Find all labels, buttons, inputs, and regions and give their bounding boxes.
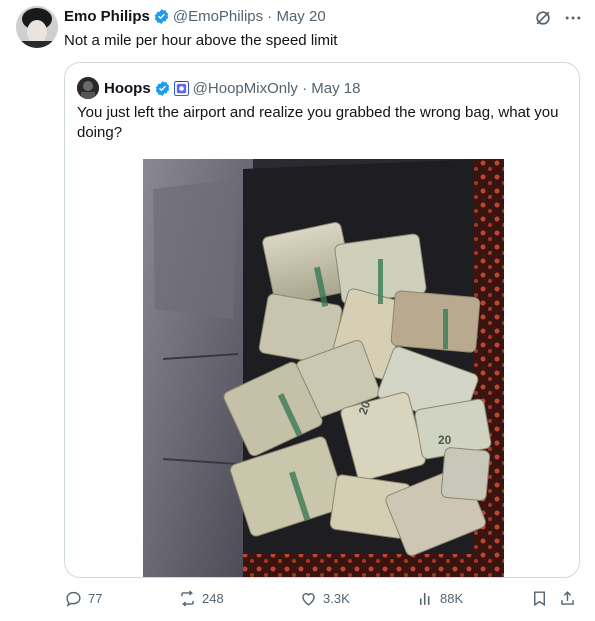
quote-media-image[interactable]: 20 20	[143, 159, 504, 578]
repost-button[interactable]: 248	[178, 589, 224, 608]
affiliate-badge-icon[interactable]	[173, 80, 189, 96]
share-icon	[561, 591, 574, 605]
quote-author-name[interactable]: Hoops	[104, 80, 151, 97]
tweet-action-bar: 77 248 3.3K 88K	[64, 585, 584, 615]
view-count: 88K	[440, 591, 464, 606]
reply-count: 77	[88, 591, 103, 606]
grok-icon[interactable]	[533, 8, 553, 28]
views-icon	[419, 592, 430, 605]
bill-denomination-label: 20	[438, 433, 452, 447]
author-name[interactable]: Emo Philips	[64, 8, 150, 25]
verified-icon	[155, 80, 169, 96]
like-button[interactable]: 3.3K	[299, 589, 350, 608]
reply-icon	[66, 591, 81, 607]
separator-dot: ·	[297, 79, 312, 97]
quote-author-avatar[interactable]	[77, 77, 99, 99]
share-button[interactable]	[558, 589, 577, 608]
separator-dot: ·	[263, 8, 277, 25]
quote-text: You just left the airport and realize yo…	[77, 104, 559, 141]
quote-author-handle[interactable]: @HoopMixOnly	[193, 80, 298, 97]
author-avatar[interactable]	[16, 6, 58, 48]
verified-icon	[154, 9, 169, 24]
reply-button[interactable]: 77	[64, 589, 102, 608]
quote-date[interactable]: May 18	[311, 80, 360, 97]
views-button[interactable]: 88K	[416, 589, 463, 608]
quote-header: Hoops @HoopMixOnly · May 18	[77, 77, 360, 99]
tweet-text: Not a mile per hour above the speed limi…	[64, 32, 338, 49]
repost-icon	[181, 590, 194, 607]
more-icon[interactable]	[563, 8, 583, 28]
tweet-top-actions	[533, 8, 583, 28]
bookmark-icon	[534, 591, 545, 607]
like-count: 3.3K	[323, 591, 350, 606]
quote-tweet-card[interactable]: Hoops @HoopMixOnly · May 18 You just lef…	[64, 62, 580, 578]
like-icon	[302, 593, 315, 606]
author-handle[interactable]: @EmoPhilips	[173, 8, 263, 25]
tweet-date[interactable]: May 20	[276, 8, 325, 25]
repost-count: 248	[202, 591, 224, 606]
bookmark-button[interactable]	[530, 589, 549, 608]
tweet-header: Emo Philips @EmoPhilips · May 20	[64, 8, 326, 25]
